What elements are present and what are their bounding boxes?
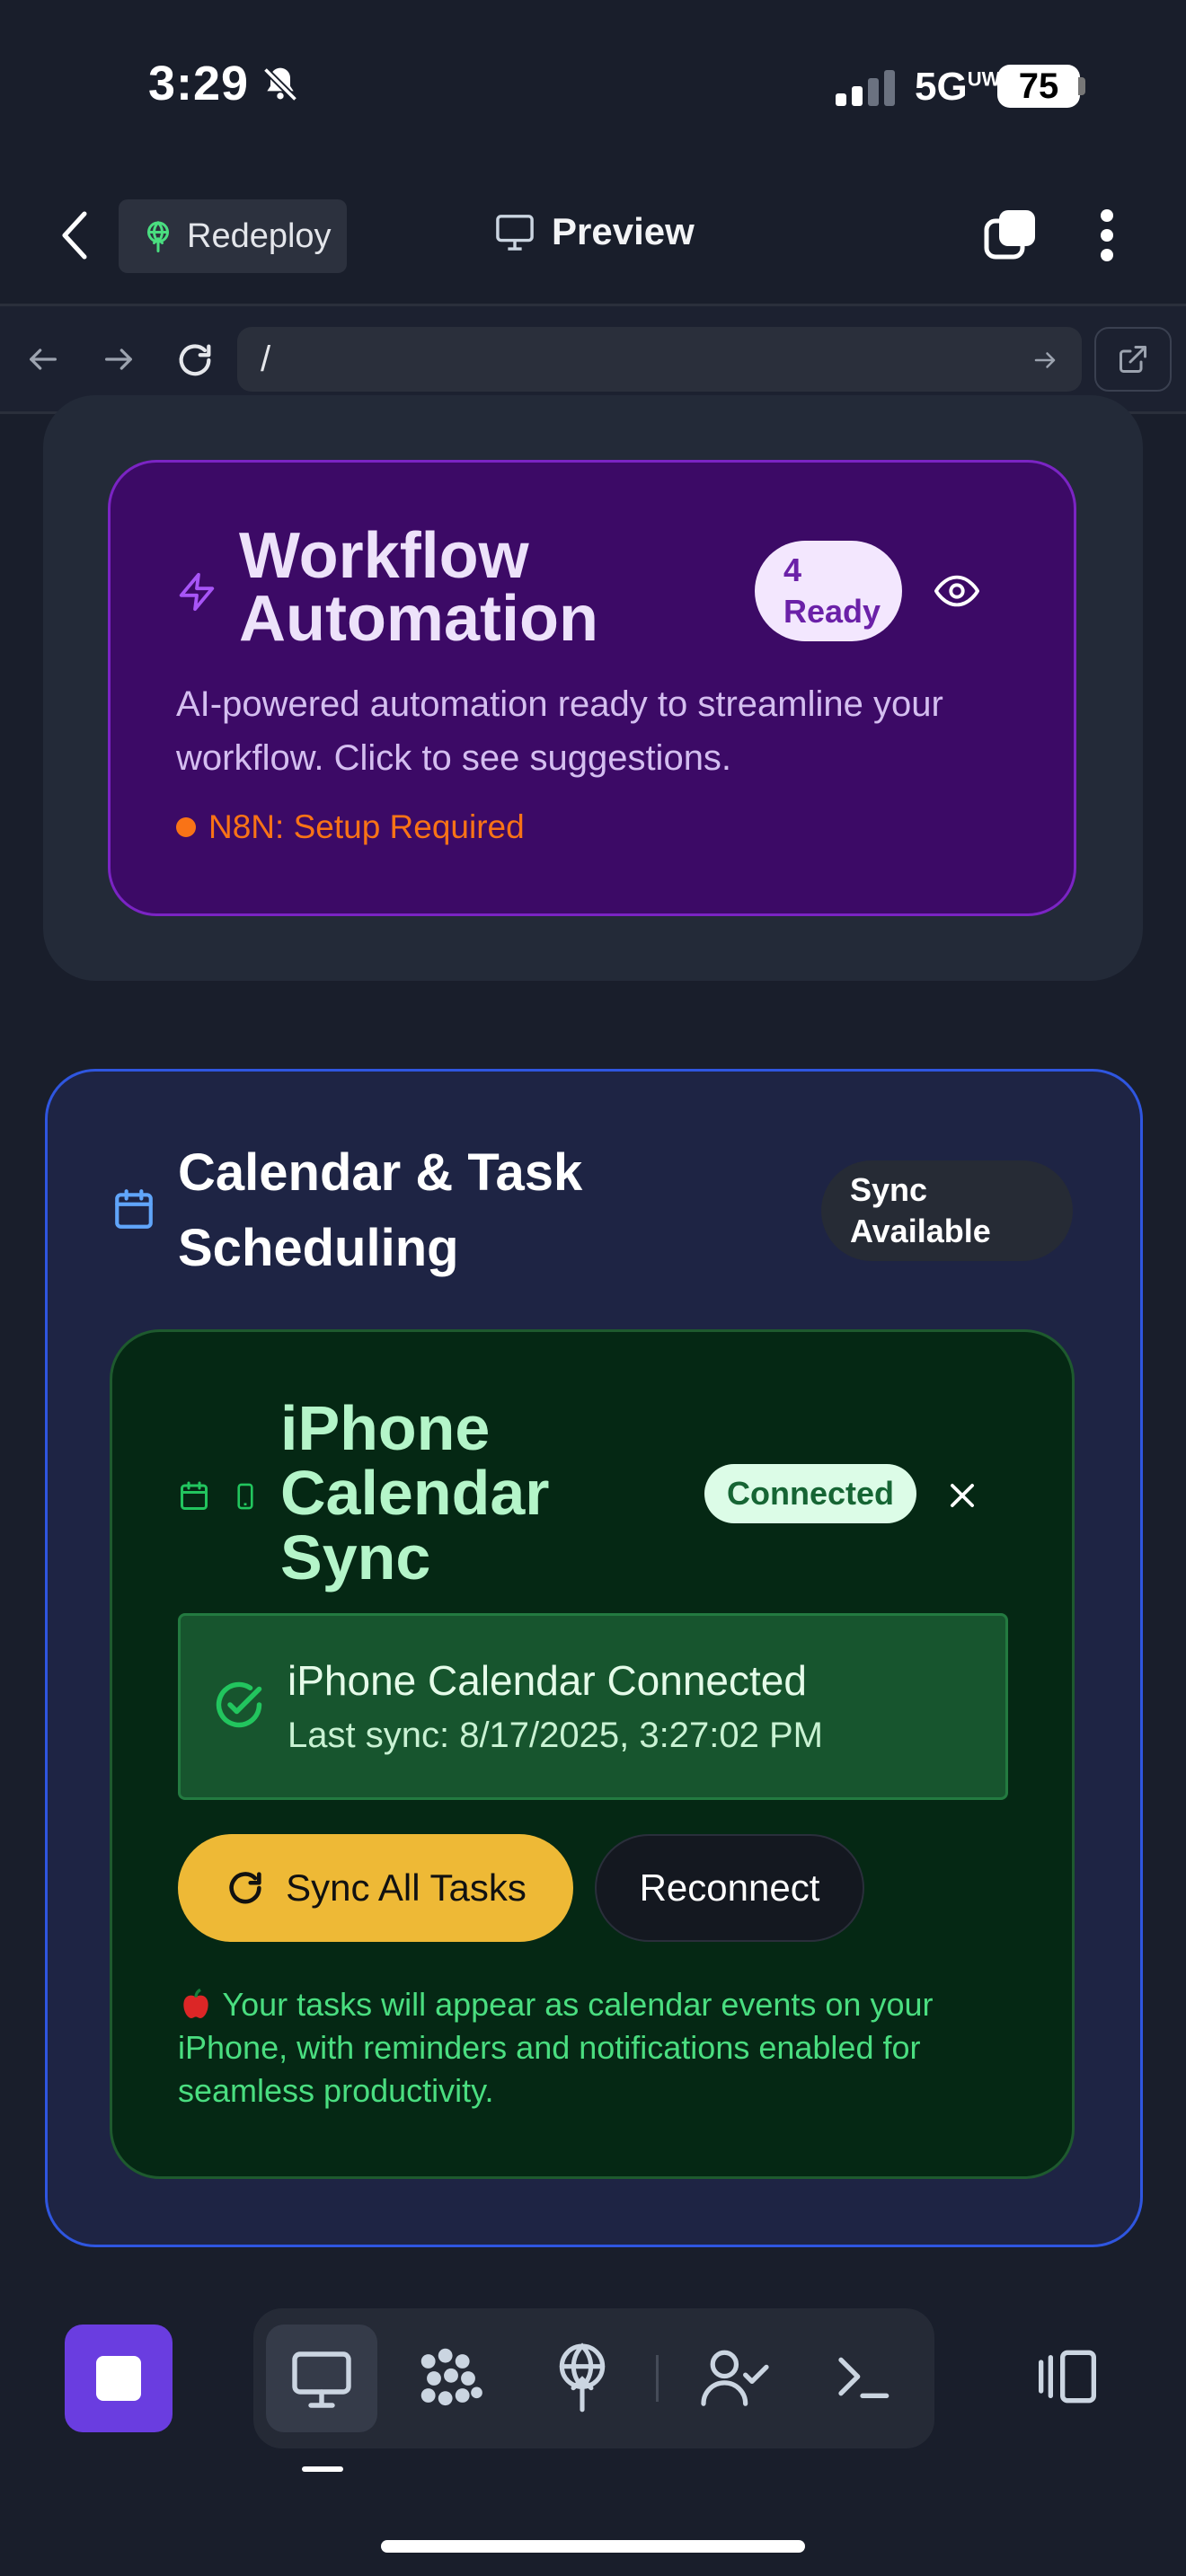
sync-info-text: Your tasks will appear as calendar event… [178, 1983, 1005, 2113]
nav-back-icon[interactable] [25, 341, 61, 377]
external-link-icon [1117, 343, 1149, 375]
ready-badge: 4 Ready [755, 541, 902, 641]
sync-info-label: Your tasks will appear as calendar event… [178, 1986, 934, 2109]
n8n-status: N8N: Setup Required [176, 808, 525, 846]
toolbar-separator [656, 2355, 659, 2402]
calendar-icon [178, 1480, 210, 1513]
grid-icon[interactable] [417, 2344, 485, 2413]
stop-icon [96, 2356, 141, 2401]
eye-icon[interactable] [934, 573, 979, 609]
home-indicator[interactable] [381, 2540, 805, 2553]
preview-label: Preview [552, 210, 695, 252]
calendar-icon [111, 1187, 156, 1232]
reconnect-button[interactable]: Reconnect [595, 1834, 864, 1942]
user-check-icon[interactable] [701, 2346, 769, 2409]
workflow-description: AI-powered automation ready to streamlin… [176, 684, 943, 778]
open-external-button[interactable] [1094, 327, 1172, 392]
iphone-sync-title: iPhone Calendar Sync [280, 1393, 550, 1592]
sync-all-tasks-label: Sync All Tasks [286, 1866, 527, 1909]
deploy-icon [142, 220, 174, 252]
redeploy-label: Redeploy [187, 216, 332, 255]
connected-title: iPhone Calendar Connected [288, 1657, 807, 1704]
lightning-icon [176, 571, 217, 613]
silent-bell-icon [261, 65, 300, 104]
signal-icon [836, 70, 898, 106]
back-button[interactable] [54, 207, 97, 264]
nav-forward-icon[interactable] [101, 341, 137, 377]
active-tab-indicator [302, 2466, 343, 2472]
panel-icon[interactable] [1035, 2348, 1100, 2405]
network-label: 5GUW [915, 65, 1001, 109]
reload-icon[interactable] [174, 340, 216, 381]
stop-button[interactable] [65, 2325, 173, 2432]
url-input[interactable]: / [237, 327, 1082, 392]
tabs-icon[interactable] [981, 207, 1039, 264]
phone-icon [235, 1482, 255, 1511]
workflow-title: Workflow Automation [239, 520, 598, 655]
battery-level: 75 [997, 65, 1080, 108]
terminal-icon[interactable] [834, 2348, 891, 2405]
apple-icon [178, 1987, 214, 2021]
connection-status-box [178, 1613, 1008, 1800]
deploy-icon[interactable] [552, 2341, 613, 2413]
url-go-icon[interactable] [1031, 347, 1058, 374]
close-icon[interactable] [945, 1478, 979, 1513]
sync-all-tasks-button[interactable]: Sync All Tasks [178, 1834, 573, 1942]
redeploy-button[interactable]: Redeploy [119, 199, 347, 273]
status-time: 3:29 [148, 57, 250, 110]
check-circle-icon [212, 1678, 266, 1732]
preview-title: Preview [494, 210, 695, 253]
more-options-icon[interactable] [1098, 208, 1116, 262]
refresh-icon [225, 1867, 266, 1909]
calendar-title: Calendar & Task Scheduling [178, 1143, 583, 1277]
sync-available-badge: Sync Available [821, 1160, 1073, 1261]
status-dot [176, 817, 196, 837]
battery-tip [1078, 77, 1085, 95]
connected-badge: Connected [704, 1464, 916, 1523]
monitor-icon [494, 213, 535, 251]
n8n-status-text: N8N: Setup Required [208, 808, 525, 845]
last-sync-text: Last sync: 8/17/2025, 3:27:02 PM [288, 1716, 823, 1755]
desktop-icon[interactable] [289, 2348, 354, 2409]
